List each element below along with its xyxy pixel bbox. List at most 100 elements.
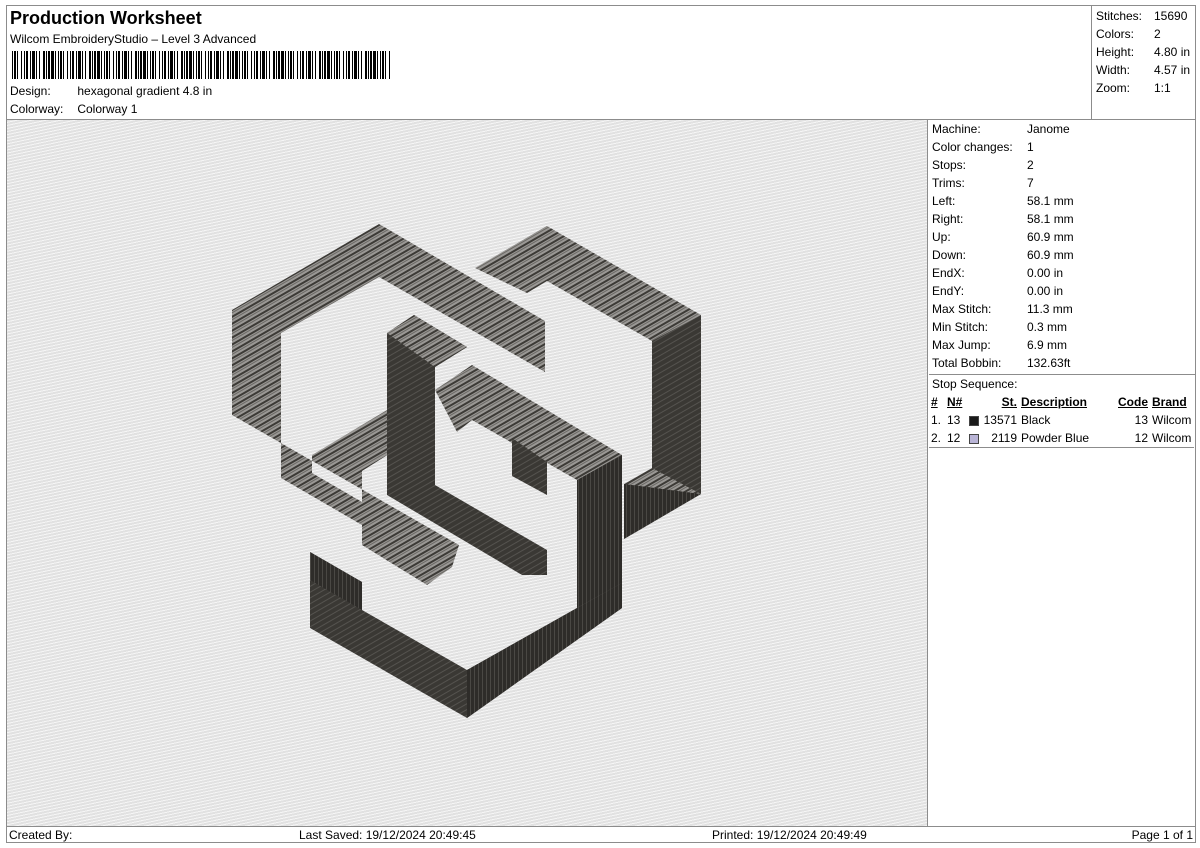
col-description: Description	[1021, 395, 1088, 409]
info-value: 58.1 mm	[1027, 212, 1074, 226]
info-label: Trims:	[932, 176, 965, 190]
machine-info-row: EndY: 0.00 in	[929, 282, 1195, 300]
info-value: 6.9 mm	[1027, 338, 1068, 352]
info-label: Max Stitch:	[932, 302, 992, 316]
table-divider	[929, 447, 1194, 448]
design-label: Design:	[10, 84, 51, 98]
info-value: 0.3 mm	[1027, 320, 1068, 334]
stop-description: Powder Blue	[1021, 431, 1090, 445]
machine-info-row: Stops: 2	[929, 156, 1195, 174]
machine-info-row: Max Stitch: 11.3 mm	[929, 300, 1195, 318]
info-label: EndX:	[932, 266, 965, 280]
swatch-powder-blue	[969, 433, 979, 444]
col-stitches: St.	[1001, 395, 1017, 409]
info-value: 7	[1027, 176, 1034, 190]
stop-row: 2. 12 2119 Powder Blue 12 Wilcom	[929, 429, 1194, 447]
production-worksheet: Production Worksheet Wilcom EmbroiderySt…	[6, 5, 1196, 843]
info-value: 58.1 mm	[1027, 194, 1074, 208]
info-value: Janome	[1027, 122, 1070, 136]
machine-info-row: Max Jump: 6.9 mm	[929, 336, 1195, 354]
printed-date: Printed: 19/12/2024 20:49:49	[712, 828, 867, 842]
stop-brand: Wilcom	[1152, 413, 1192, 427]
info-label: Up:	[932, 230, 951, 244]
summary-width: Width: 4.57 in	[1096, 61, 1196, 79]
summary-height: Height: 4.80 in	[1096, 43, 1196, 61]
info-label: Left:	[932, 194, 956, 208]
stop-sequence-table: # N# St. Description Code Brand 1. 13 13…	[929, 393, 1194, 447]
design-preview	[7, 120, 928, 826]
info-value: 0.00 in	[1027, 266, 1064, 280]
machine-info-row: Right: 58.1 mm	[929, 210, 1195, 228]
machine-info-row: Up: 60.9 mm	[929, 228, 1195, 246]
info-label: EndY:	[932, 284, 965, 298]
stop-needle: 12	[947, 431, 961, 445]
summary-value: 15690	[1154, 9, 1188, 23]
colorway-name: Colorway 1	[77, 102, 138, 116]
stop-code: 12	[1134, 431, 1148, 445]
summary-label: Width:	[1096, 63, 1131, 77]
stop-code: 13	[1134, 413, 1148, 427]
machine-info-panel: Machine: Janome Color changes: 1 Stops: 2 Trim…	[929, 120, 1195, 826]
info-value: 1	[1027, 140, 1034, 154]
summary-value: 1:1	[1154, 81, 1171, 95]
stop-stitches: 2119	[991, 431, 1017, 445]
machine-info-row: Total Bobbin: 132.63ft	[929, 354, 1195, 372]
machine-info-row: EndX: 0.00 in	[929, 264, 1195, 282]
summary-value: 4.80 in	[1154, 45, 1191, 59]
summary-value: 2	[1154, 27, 1161, 41]
stop-needle: 13	[947, 413, 961, 427]
info-label: Max Jump:	[932, 338, 991, 352]
info-value: 60.9 mm	[1027, 230, 1074, 244]
design-name: hexagonal gradient 4.8 in	[77, 84, 213, 98]
embroidery-design-image	[232, 224, 701, 718]
info-value: 132.63ft	[1027, 356, 1071, 370]
stop-brand: Wilcom	[1152, 431, 1192, 445]
software-name: Wilcom EmbroideryStudio – Level 3 Advanc…	[10, 32, 257, 46]
stop-stitches: 13571	[983, 413, 1017, 427]
stop-row: 1. 13 13571 Black 13 Wilcom	[929, 411, 1194, 429]
summary-label: Height:	[1096, 45, 1135, 59]
swatch-black	[969, 415, 979, 426]
colorway-label: Colorway:	[10, 102, 64, 116]
summary-label: Zoom:	[1096, 81, 1131, 95]
machine-info-row: Color changes: 1	[929, 138, 1195, 156]
info-value: 11.3 mm	[1027, 302, 1073, 316]
info-value: 0.00 in	[1027, 284, 1064, 298]
page-title: Production Worksheet	[10, 8, 202, 28]
col-code: Code	[1118, 395, 1148, 409]
design-row: Design: hexagonal gradient 4.8 in	[10, 84, 212, 98]
info-label: Color changes:	[932, 140, 1013, 154]
machine-info-row: Trims: 7	[929, 174, 1195, 192]
machine-info-row: Min Stitch: 0.3 mm	[929, 318, 1195, 336]
info-label: Total Bobbin:	[932, 356, 1002, 370]
summary-label: Stitches:	[1096, 9, 1143, 23]
col-needle: N#	[947, 395, 963, 409]
stop-sequence-section: Stop Sequence: # N# St. Description Code…	[929, 374, 1195, 448]
stop-index: 1.	[931, 413, 942, 427]
colorway-row: Colorway: Colorway 1	[10, 102, 137, 116]
stop-index: 2.	[931, 431, 942, 445]
page-number: Page 1 of 1	[1131, 828, 1193, 842]
machine-info-row: Down: 60.9 mm	[929, 246, 1195, 264]
summary-zoom: Zoom: 1:1	[1096, 79, 1196, 97]
machine-info-list: Machine: Janome Color changes: 1 Stops: 2 Trim…	[929, 120, 1195, 372]
stop-description: Black	[1021, 413, 1051, 427]
last-saved: Last Saved: 19/12/2024 20:49:45	[299, 828, 476, 842]
barcode	[12, 51, 390, 79]
info-label: Machine:	[932, 122, 981, 136]
summary-stitches: Stitches: 15690	[1096, 7, 1196, 25]
info-value: 2	[1027, 158, 1034, 172]
col-swatch	[967, 393, 981, 411]
created-by: Created By:	[9, 828, 73, 842]
summary-label: Colors:	[1096, 27, 1135, 41]
worksheet-footer: Created By: Last Saved: 19/12/2024 20:49…	[7, 827, 1195, 843]
machine-info-row: Left: 58.1 mm	[929, 192, 1195, 210]
stop-table-header: # N# St. Description Code Brand	[929, 393, 1194, 411]
summary-colors: Colors: 2	[1096, 25, 1196, 43]
info-label: Right:	[932, 212, 964, 226]
color-swatch	[967, 411, 981, 429]
design-summary: Stitches: 15690 Colors: 2 Height: 4.80 in W…	[1091, 6, 1196, 119]
info-label: Stops:	[932, 158, 967, 172]
info-value: 60.9 mm	[1027, 248, 1074, 262]
stop-sequence-title: Stop Sequence:	[932, 377, 1018, 391]
